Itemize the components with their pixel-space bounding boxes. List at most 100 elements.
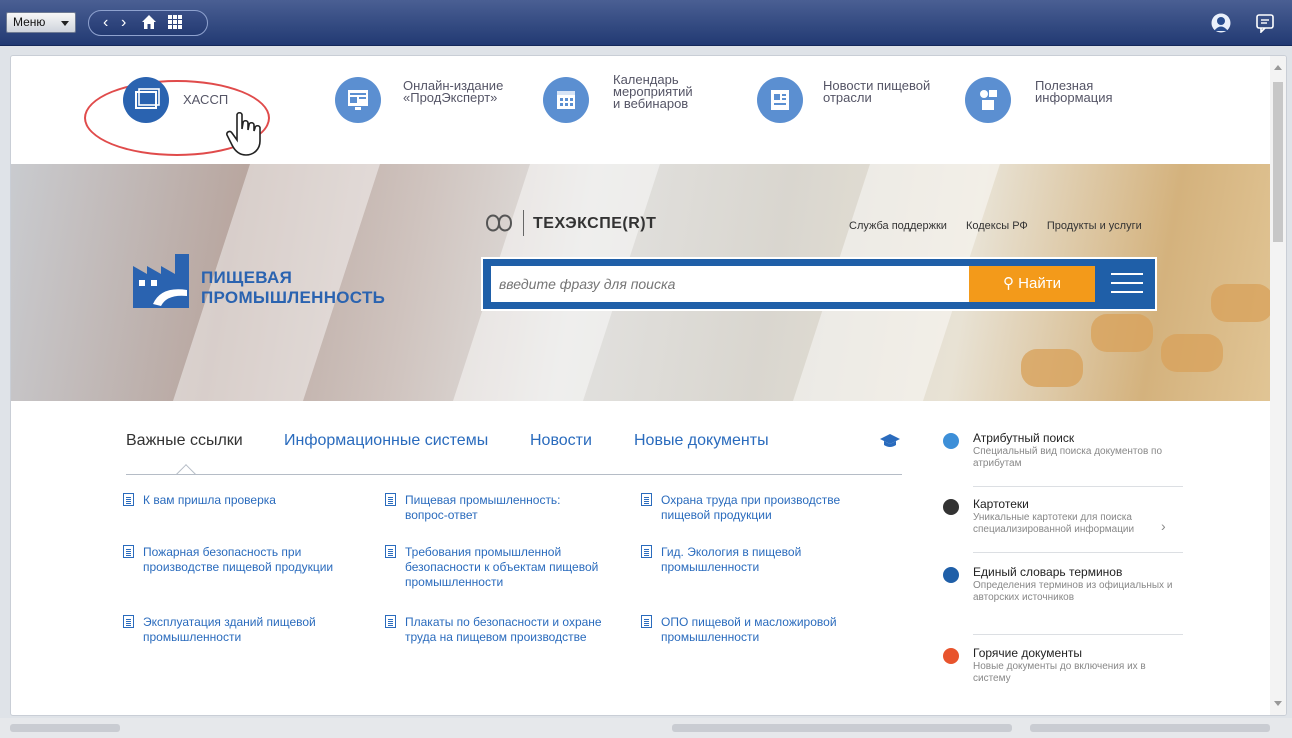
techexpert-wordmark: ТЕХЭКСПЕ(R)Т <box>533 215 657 232</box>
main-panel: ХАССП Онлайн-издание «ПродЭксперт» Кален… <box>10 55 1287 716</box>
tab-bar: Важные ссылки Информационные системы Нов… <box>126 432 906 472</box>
chevron-right-icon[interactable]: › <box>1161 518 1166 534</box>
right-item-desc: Специальный вид поиска документов по атр… <box>973 446 1163 469</box>
link-text: Требования промышленной безопасности к о… <box>405 545 599 589</box>
scroll-down-icon[interactable] <box>1274 701 1282 706</box>
link-text: Гид. Экология в пищевой промышленности <box>661 545 802 574</box>
quick-link-calendar[interactable]: Календарь мероприятий и вебинаров <box>543 72 743 131</box>
right-item-desc: Новые документы до включения их в систем… <box>973 661 1146 684</box>
quick-link-prodexpert[interactable]: Онлайн-издание «ПродЭксперт» <box>335 77 535 131</box>
link-text: К вам пришла проверка <box>143 493 276 507</box>
link-text: Пищевая промышленность: вопрос-ответ <box>405 493 561 522</box>
hero-decor <box>1161 334 1223 372</box>
link-text: ОПО пищевой и масложировой промышленност… <box>661 615 837 644</box>
document-icon <box>385 493 396 506</box>
tab-news[interactable]: Новости <box>530 432 592 450</box>
quick-link-label: ХАССП <box>183 92 229 107</box>
back-icon[interactable]: ‹ <box>103 14 108 32</box>
calendar-icon <box>543 77 589 123</box>
link-item[interactable]: Пожарная безопасность при производстве п… <box>123 545 353 575</box>
hero-decor <box>1211 284 1272 322</box>
search-icon <box>943 433 959 449</box>
graduation-cap-icon[interactable] <box>879 433 901 449</box>
scrollbar-thumb[interactable] <box>1273 82 1283 242</box>
feedback-icon[interactable] <box>1255 13 1277 34</box>
right-item-hot-docs[interactable]: Горячие документы Новые документы до вкл… <box>943 646 1171 696</box>
top-toolbar: Меню ‹ › <box>0 0 1292 46</box>
right-item-dictionary[interactable]: Единый словарь терминов Определения терм… <box>943 565 1173 629</box>
navigation-group: ‹ › <box>88 10 208 36</box>
search-button-label: Найти <box>1018 275 1061 292</box>
hamburger-menu-icon[interactable] <box>1111 273 1143 297</box>
tab-info-systems[interactable]: Информационные системы <box>284 432 488 450</box>
quick-link-label: Онлайн-издание «ПродЭксперт» <box>403 78 504 105</box>
grid-icon[interactable] <box>167 14 183 35</box>
right-item-desc: Уникальные картотеки для поиска специали… <box>973 512 1135 535</box>
products-link[interactable]: Продукты и услуги <box>1047 220 1142 232</box>
link-item[interactable]: Требования промышленной безопасности к о… <box>385 545 605 590</box>
right-item-desc: Определения терминов из официальных и ав… <box>973 580 1173 603</box>
quick-links-bar: ХАССП Онлайн-издание «ПродЭксперт» Кален… <box>11 56 1271 164</box>
link-item[interactable]: Эксплуатация зданий пищевой промышленнос… <box>123 615 353 645</box>
document-icon <box>641 545 652 558</box>
document-icon <box>641 493 652 506</box>
quick-link-label: Календарь мероприятий и вебинаров <box>613 72 693 111</box>
search-input[interactable] <box>491 266 975 302</box>
document-icon <box>123 615 134 628</box>
search-bar: ⚲ Найти <box>481 257 1157 311</box>
support-link[interactable]: Служба поддержки <box>849 220 947 232</box>
menu-button-label: Меню <box>13 15 46 29</box>
tab-important-links[interactable]: Важные ссылки <box>126 432 243 450</box>
right-item-title: Картотеки <box>973 497 1029 511</box>
hero-decor <box>1021 349 1083 387</box>
right-item-attribute-search[interactable]: Атрибутный поиск Специальный вид поиска … <box>943 431 1171 481</box>
quick-link-useful[interactable]: Полезная информация <box>965 77 1165 131</box>
tab-divider <box>126 474 902 475</box>
link-text: Охрана труда при производстве пищевой пр… <box>661 493 841 522</box>
search-button[interactable]: ⚲ Найти <box>969 266 1095 302</box>
link-item[interactable]: К вам пришла проверка <box>123 493 353 508</box>
right-item-title: Атрибутный поиск <box>973 431 1075 445</box>
status-bar <box>0 718 1292 738</box>
status-text <box>672 724 1012 732</box>
techexpert-logo[interactable]: ТЕХЭКСПЕ(R)Т <box>483 206 683 242</box>
link-item[interactable]: ОПО пищевой и масложировой промышленност… <box>641 615 861 645</box>
right-item-cards[interactable]: Картотеки Уникальные картотеки для поиск… <box>943 497 1171 547</box>
tab-new-documents[interactable]: Новые документы <box>634 432 769 450</box>
document-icon <box>385 545 396 558</box>
document-icon <box>385 615 396 628</box>
link-item[interactable]: Пищевая промышленность: вопрос-ответ <box>385 493 605 523</box>
link-item[interactable]: Гид. Экология в пищевой промышленности <box>641 545 861 575</box>
newspaper-icon <box>757 77 803 123</box>
user-icon[interactable] <box>1211 13 1231 33</box>
info-icon <box>965 77 1011 123</box>
scroll-up-icon[interactable] <box>1274 65 1282 70</box>
hot-icon <box>943 648 959 664</box>
link-item[interactable]: Плакаты по безопасности и охране труда н… <box>385 615 605 645</box>
brand-line-1: ПИЩЕВАЯ <box>201 268 293 287</box>
techexpert-emblem-icon <box>485 214 513 232</box>
hero-decor <box>1091 314 1153 352</box>
quick-link-label: Новости пищевой отрасли <box>823 78 931 105</box>
codes-link[interactable]: Кодексы РФ <box>966 220 1028 232</box>
right-item-title: Горячие документы <box>973 646 1082 660</box>
brand-logo[interactable]: ПИЩЕВАЯ ПРОМЫШЛЕННОСТЬ <box>131 244 421 316</box>
cards-icon <box>943 499 959 515</box>
quick-link-news[interactable]: Новости пищевой отрасли <box>757 77 957 131</box>
document-icon <box>123 493 134 506</box>
document-icon <box>123 545 134 558</box>
folder-icon <box>123 77 169 123</box>
caret-down-icon <box>61 21 69 26</box>
logo-divider <box>523 210 524 236</box>
status-text <box>10 724 120 732</box>
link-text: Пожарная безопасность при производстве п… <box>143 545 334 574</box>
scrollbar[interactable] <box>1270 56 1286 715</box>
hero-banner: ТЕХЭКСПЕ(R)Т Служба поддержки Кодексы РФ… <box>11 164 1272 401</box>
right-item-title: Единый словарь терминов <box>973 565 1123 579</box>
home-icon[interactable] <box>141 14 157 35</box>
menu-button[interactable]: Меню <box>6 12 76 33</box>
divider <box>973 552 1183 553</box>
link-item[interactable]: Охрана труда при производстве пищевой пр… <box>641 493 861 523</box>
factory-icon <box>133 254 189 308</box>
forward-icon[interactable]: › <box>121 14 126 32</box>
